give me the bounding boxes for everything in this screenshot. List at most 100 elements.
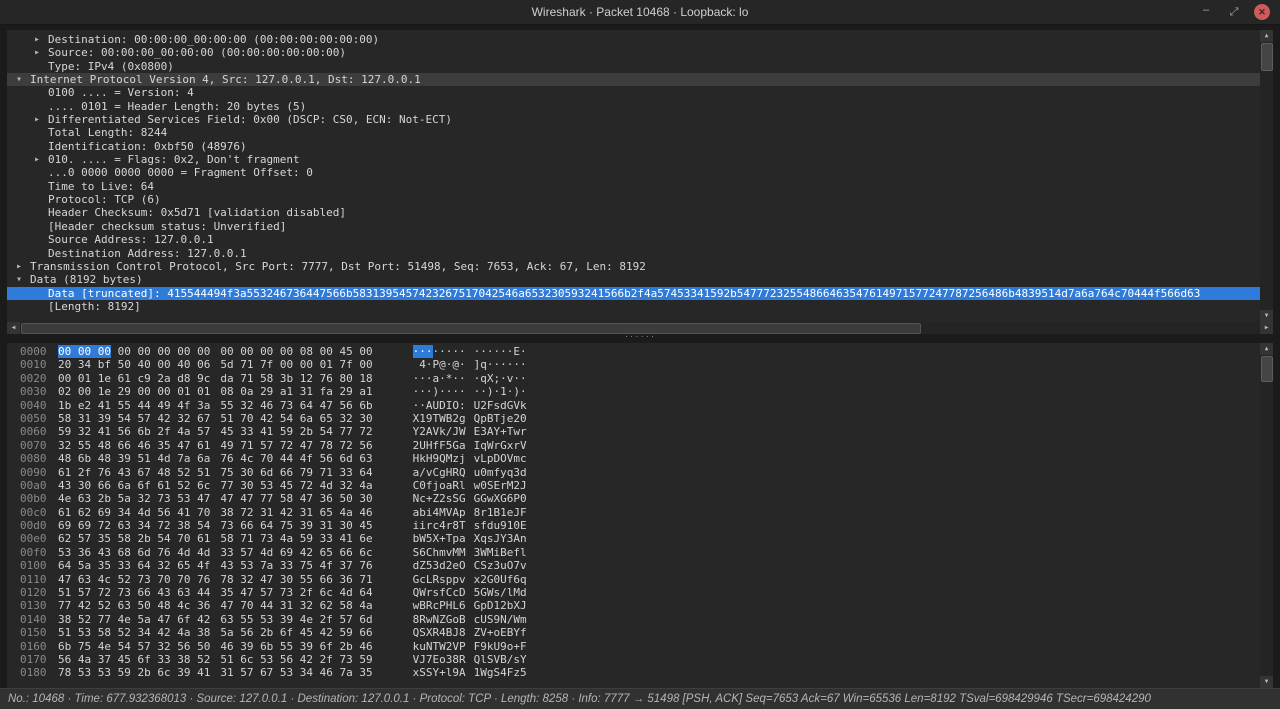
hex-row[interactable]: 0180 78 53 53 59 2b 6c 39 41 31 57 67 53 3… [7, 666, 1260, 679]
hex-bytes-left: 58 31 39 54 57 42 32 67 [58, 411, 211, 425]
scroll-down-icon[interactable]: ▼ [1260, 310, 1273, 322]
horizontal-scrollbar-thumb[interactable] [21, 323, 921, 334]
ascii-right: E3AY+Twr [473, 425, 527, 439]
hex-row[interactable]: 00d0 69 69 72 63 34 72 38 54 73 66 64 75 3… [7, 519, 1260, 532]
hex-bytes-left: 77 42 52 63 50 48 4c 36 [58, 599, 211, 613]
tree-row[interactable]: Data [truncated]: 415544494f3a5532467364… [7, 286, 1260, 300]
tree-row[interactable]: Protocol: TCP (6) [7, 193, 1260, 206]
hex-bytes-right: 08 0a 29 a1 31 fa 29 a1 [220, 385, 373, 399]
tree-row[interactable]: ▸ Differentiated Services Field: 0x00 (DS… [7, 113, 1260, 126]
hex-row[interactable]: 0100 64 5a 35 33 64 32 65 4f 43 53 7a 33 7… [7, 559, 1260, 572]
tree-row[interactable]: Destination Address: 127.0.0.1 [7, 247, 1260, 260]
tree-row[interactable]: ▸ Transmission Control Protocol, Src Port… [7, 260, 1260, 273]
tree-row-label: Source: 00:00:00_00:00:00 (00:00:00:00:0… [48, 46, 347, 60]
hex-bytes-left: 51 53 58 52 34 42 4a 38 [58, 626, 211, 640]
expanded-arrow-icon[interactable]: ▾ [16, 273, 30, 286]
pane-splitter-handle[interactable]: ······ [7, 334, 1273, 343]
hex-bytes-left: 61 62 69 34 4d 56 41 70 [58, 505, 211, 519]
hex-vertical-scrollbar[interactable]: ▲ ▼ [1260, 343, 1273, 688]
hex-row[interactable]: 0040 1b e2 41 55 44 49 4f 3a 55 32 46 73 6… [7, 399, 1260, 412]
hex-row[interactable]: 0130 77 42 52 63 50 48 4c 36 47 70 44 31 3… [7, 599, 1260, 612]
tree-row[interactable]: ▸ Destination: 00:00:00_00:00:00 (00:00:0… [7, 33, 1260, 46]
collapsed-arrow-icon[interactable]: ▸ [16, 260, 30, 273]
tree-row[interactable]: ▸ Source: 00:00:00_00:00:00 (00:00:00:00:… [7, 46, 1260, 59]
hex-row[interactable]: 0080 48 6b 48 39 51 4d 7a 6a 76 4c 70 44 4… [7, 452, 1260, 465]
scroll-up-icon[interactable]: ▲ [1260, 343, 1273, 355]
expanded-arrow-icon[interactable]: ▾ [16, 73, 30, 86]
hex-row[interactable]: 0020 00 01 1e 61 c9 2a d8 9c da 71 58 3b 1… [7, 372, 1260, 385]
hex-row[interactable]: 00e0 62 57 35 58 2b 54 70 61 58 71 73 4a 5… [7, 532, 1260, 545]
collapsed-arrow-icon[interactable]: ▸ [34, 113, 48, 126]
scroll-right-icon[interactable]: ▶ [1260, 322, 1273, 334]
hex-bytes-left: 64 5a 35 33 64 32 65 4f [58, 559, 211, 573]
window-titlebar[interactable]: Wireshark · Packet 10468 · Loopback: lo … [0, 0, 1280, 25]
hex-row[interactable]: 0170 56 4a 37 45 6f 33 38 52 51 6c 53 56 4… [7, 653, 1260, 666]
hex-row[interactable]: 00c0 61 62 69 34 4d 56 41 70 38 72 31 42 3… [7, 506, 1260, 519]
ascii-left: VJ7Eo38R [412, 652, 466, 666]
hex-row[interactable]: 0050 58 31 39 54 57 42 32 67 51 70 42 54 6… [7, 412, 1260, 425]
hex-offset: 0000 [20, 345, 47, 358]
collapsed-arrow-icon[interactable]: ▸ [34, 153, 48, 166]
hex-row[interactable]: 0110 47 63 4c 52 73 70 70 76 78 32 47 30 5… [7, 573, 1260, 586]
hex-row[interactable]: 00a0 43 30 66 6a 6f 61 52 6c 77 30 53 45 7… [7, 479, 1260, 492]
hex-bytes-left: 00 00 00 00 00 00 00 00 [58, 345, 211, 358]
tree-row[interactable]: Type: IPv4 (0x0800) [7, 60, 1260, 73]
scroll-up-icon[interactable]: ▲ [1260, 30, 1273, 42]
tree-row[interactable]: Header Checksum: 0x5d71 [validation disa… [7, 206, 1260, 219]
tree-row-label: Protocol: TCP (6) [48, 193, 161, 207]
hex-row[interactable]: 0090 61 2f 76 43 67 48 52 51 75 30 6d 66 7… [7, 466, 1260, 479]
hex-row[interactable]: 0010 20 34 bf 50 40 00 40 06 5d 71 7f 00 0… [7, 358, 1260, 371]
hex-row[interactable]: 0150 51 53 58 52 34 42 4a 38 5a 56 2b 6f 4… [7, 626, 1260, 639]
hex-bytes-left: 20 34 bf 50 40 00 40 06 [58, 358, 211, 372]
collapsed-arrow-icon[interactable]: ▸ [34, 46, 48, 59]
hex-row[interactable]: 0120 51 57 72 73 66 43 63 44 35 47 57 73 2… [7, 586, 1260, 599]
hex-offset: 0080 [20, 452, 47, 466]
tree-row[interactable]: ▾ Internet Protocol Version 4, Src: 127.0… [7, 73, 1260, 87]
hex-dump: 0000 00 00 00 00 00 00 00 00 00 00 00 00 0… [7, 345, 1260, 680]
hex-row[interactable]: 0060 59 32 41 56 6b 2f 4a 57 45 33 41 59 2… [7, 425, 1260, 438]
tree-row-label: Data (8192 bytes) [30, 273, 143, 287]
hex-offset: 0090 [20, 465, 47, 479]
hex-bytes-right: 55 32 46 73 64 47 56 6b [220, 398, 373, 412]
tree-row[interactable]: ▸ 010. .... = Flags: 0x2, Don't fragment [7, 153, 1260, 166]
tree-row[interactable]: .... 0101 = Header Length: 20 bytes (5) [7, 100, 1260, 113]
tree-row[interactable]: [Length: 8192] [7, 300, 1260, 313]
maximize-button[interactable]: ⤢ [1226, 4, 1242, 20]
tree-row[interactable]: ▾ Data (8192 bytes) [7, 273, 1260, 286]
tree-row[interactable]: ...0 0000 0000 0000 = Fragment Offset: 0 [7, 166, 1260, 179]
hex-bytes-right: 38 72 31 42 31 65 4a 46 [220, 505, 373, 519]
hex-offset: 0070 [20, 438, 47, 452]
minimize-button[interactable]: – [1198, 2, 1214, 18]
tree-row[interactable]: Time to Live: 64 [7, 180, 1260, 193]
selected-bytes: 00 00 00 [58, 345, 111, 358]
ascii-right: QlSVB/sY [473, 652, 527, 666]
tree-row[interactable]: [Header checksum status: Unverified] [7, 220, 1260, 233]
tree-row[interactable]: Identification: 0xbf50 (48976) [7, 140, 1260, 153]
tree-row[interactable]: Source Address: 127.0.0.1 [7, 233, 1260, 246]
ascii-right: 5GWs/lMd [473, 586, 527, 600]
tree-vertical-scrollbar[interactable]: ▲ ▼ [1260, 30, 1273, 322]
hex-bytes-left: 51 57 72 73 66 43 63 44 [58, 586, 211, 600]
scroll-down-icon[interactable]: ▼ [1260, 676, 1273, 688]
ascii-right: QpBTje20 [473, 411, 527, 425]
ascii-right: IqWrGxrV [473, 438, 527, 452]
hex-offset: 0020 [20, 371, 47, 385]
hex-row[interactable]: 0160 6b 75 4e 54 57 32 56 50 46 39 6b 55 3… [7, 640, 1260, 653]
ascii-left: ···a·*·· [412, 371, 466, 385]
collapsed-arrow-icon[interactable]: ▸ [34, 33, 48, 46]
hex-row[interactable]: 0140 38 52 77 4e 5a 47 6f 42 63 55 53 39 4… [7, 613, 1260, 626]
close-button[interactable]: ✕ [1254, 4, 1270, 20]
hex-scrollbar-thumb[interactable] [1261, 356, 1273, 382]
hex-row[interactable]: 0030 02 00 1e 29 00 00 01 01 08 0a 29 a1 3… [7, 385, 1260, 398]
tree-scrollbar-thumb[interactable] [1261, 43, 1273, 71]
hex-row[interactable]: 00b0 4e 63 2b 5a 32 73 53 47 47 47 77 58 4… [7, 492, 1260, 505]
tree-row[interactable]: Total Length: 8244 [7, 126, 1260, 139]
hex-row[interactable]: 00f0 53 36 43 68 6d 76 4d 4d 33 57 4d 69 4… [7, 546, 1260, 559]
hex-row[interactable]: 0070 32 55 48 66 46 35 47 61 49 71 57 72 4… [7, 439, 1260, 452]
hex-bytes-right: da 71 58 3b 12 76 80 18 [220, 371, 373, 385]
tree-row[interactable]: 0100 .... = Version: 4 [7, 86, 1260, 99]
hex-row[interactable]: 0000 00 00 00 00 00 00 00 00 00 00 00 00 0… [7, 345, 1260, 358]
scroll-left-icon[interactable]: ◀ [7, 322, 20, 334]
